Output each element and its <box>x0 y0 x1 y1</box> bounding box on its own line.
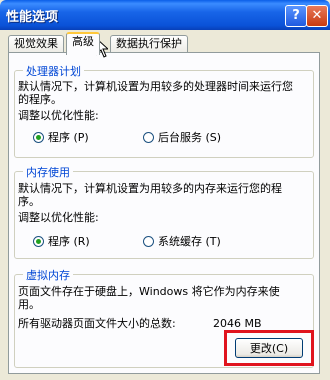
tab-visual-effects[interactable]: 视觉效果 <box>8 35 64 53</box>
title-bar[interactable]: 性能选项 ? ✕ <box>0 0 330 30</box>
radio-programs-memory[interactable]: 程序 (R) <box>33 233 90 249</box>
paging-file-total-value: 2046 MB <box>213 317 262 330</box>
tab-advanced[interactable]: 高级 <box>66 32 100 55</box>
help-icon: ? <box>292 8 300 23</box>
radio-label: 程序 (P) <box>48 131 89 144</box>
help-button[interactable]: ? <box>285 5 307 27</box>
paging-file-total-label: 所有驱动器页面文件大小的总数: <box>18 317 176 330</box>
group-legend: 内存使用 <box>23 164 73 180</box>
group-legend: 处理器计划 <box>23 63 84 79</box>
processor-adjust-label: 调整以优化性能: <box>18 109 99 122</box>
memory-adjust-label: 调整以优化性能: <box>18 211 99 224</box>
radio-unselected-icon <box>143 235 154 247</box>
tab-data-execution-prevention[interactable]: 数据执行保护 <box>110 35 188 53</box>
radio-selected-icon <box>33 235 44 247</box>
radio-selected-icon <box>33 131 44 143</box>
radio-unselected-icon <box>143 131 154 143</box>
processor-description: 默认情况下，计算机设置为用较多的处理器时间来运行您的程序。 <box>18 80 293 106</box>
radio-label: 程序 (R) <box>48 235 90 248</box>
memory-description: 默认情况下，计算机设置为用较多的内存来运行您的程序。 <box>18 182 282 208</box>
virtual-memory-description: 页面文件存在于硬盘上，Windows 将它作为内存来使用。 <box>18 285 280 311</box>
radio-system-cache[interactable]: 系统缓存 (T) <box>143 233 221 249</box>
radio-background-services[interactable]: 后台服务 (S) <box>143 129 221 145</box>
group-legend: 虚拟内存 <box>23 267 73 283</box>
performance-options-dialog: 性能选项 ? ✕ 视觉效果 高级 数据执行保护 处理器计划 默认情况下，计算机设… <box>0 0 330 380</box>
highlight-box <box>224 330 314 366</box>
window-title: 性能选项 <box>6 10 59 25</box>
close-icon: ✕ <box>311 8 323 23</box>
radio-programs-processor[interactable]: 程序 (P) <box>33 129 89 145</box>
close-button[interactable]: ✕ <box>306 5 328 27</box>
radio-label: 系统缓存 (T) <box>158 235 221 248</box>
radio-label: 后台服务 (S) <box>158 131 222 144</box>
